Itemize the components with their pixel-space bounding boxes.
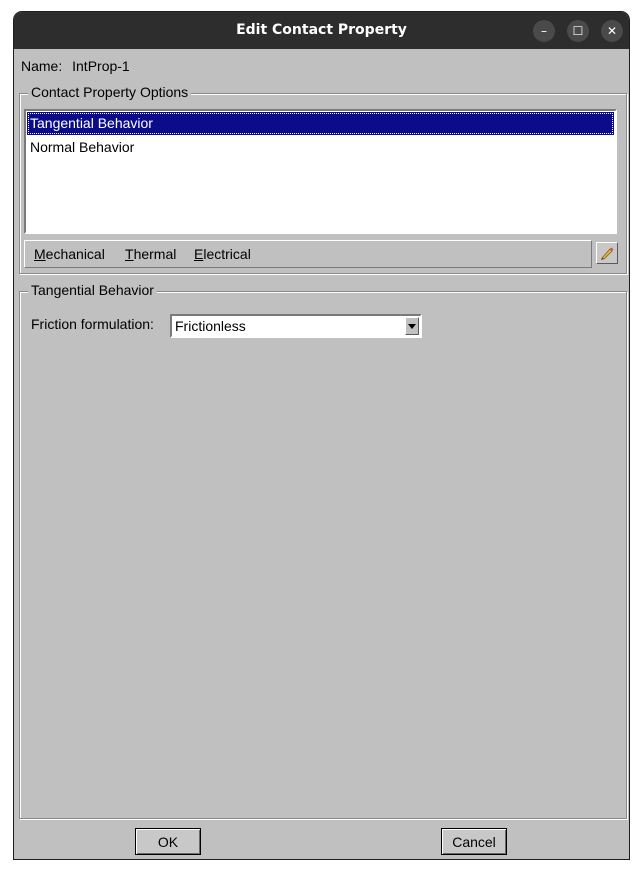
title-bar[interactable]: Edit Contact Property – ☐ ✕ [14,12,629,49]
menu-thermal-label: hermal [133,246,177,262]
friction-formulation-select[interactable]: Frictionless [170,314,422,338]
list-item-normal-behavior[interactable]: Normal Behavior [27,136,614,159]
behavior-group-legend: Tangential Behavior [28,282,157,298]
friction-formulation-value: Frictionless [175,318,246,334]
pencil-icon [601,247,614,260]
menu-mechanical-label: echanical [45,246,105,262]
contact-property-options-list[interactable]: Tangential Behavior Normal Behavior [24,109,617,234]
edit-pick-button[interactable] [596,242,618,264]
name-row: Name: IntProp-1 [21,58,136,74]
name-label: Name: [21,58,63,74]
minimize-button[interactable]: – [533,20,555,42]
friction-formulation-label: Friction formulation: [31,316,154,332]
menu-electrical-label: lectrical [203,246,251,262]
menu-electrical[interactable]: Electrical [194,241,251,269]
menu-mechanical[interactable]: Mechanical [34,241,105,269]
maximize-button[interactable]: ☐ [567,20,589,42]
list-item-tangential-behavior[interactable]: Tangential Behavior [27,112,614,135]
menu-thermal-mnemonic: T [125,246,134,262]
cancel-button[interactable]: Cancel [441,828,507,855]
menu-electrical-mnemonic: E [194,246,204,262]
ok-button[interactable]: OK [135,828,201,855]
tangential-behavior-group: Tangential Behavior [19,282,627,819]
name-value: IntProp-1 [72,58,130,74]
options-group-legend: Contact Property Options [28,84,192,100]
edit-contact-property-dialog: Edit Contact Property – ☐ ✕ Name: IntPro… [13,11,630,860]
option-menu-bar: Mechanical Thermal Electrical [24,240,592,268]
close-button[interactable]: ✕ [601,20,623,42]
menu-thermal[interactable]: Thermal [125,241,176,269]
menu-mechanical-mnemonic: M [34,246,46,262]
chevron-down-icon[interactable] [405,317,419,335]
